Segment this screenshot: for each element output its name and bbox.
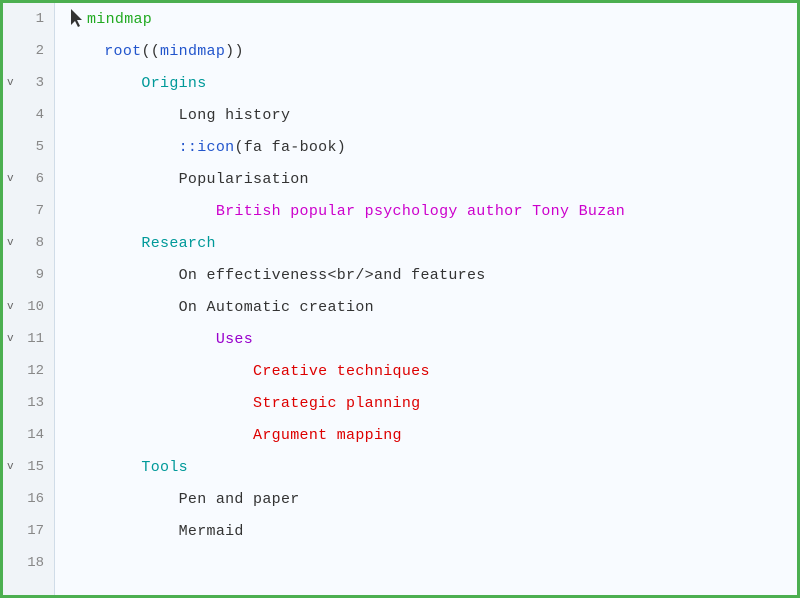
code-segment: )) — [225, 43, 244, 60]
code-line-16: Pen and paper — [55, 483, 797, 515]
code-segment: Pen and paper — [179, 491, 300, 508]
code-area[interactable]: mindmap root((mindmap)) Origins Long his… — [55, 3, 797, 595]
code-segment — [67, 459, 141, 476]
cursor-icon — [67, 7, 87, 31]
line-number-9: 9 — [3, 259, 54, 291]
code-segment: (( — [141, 43, 160, 60]
code-line-12: Creative techniques — [55, 355, 797, 387]
code-line-8: Research — [55, 227, 797, 259]
code-segment — [67, 267, 179, 284]
line-number-13: 13 — [3, 387, 54, 419]
code-line-9: On effectiveness<br/>and features — [55, 259, 797, 291]
code-segment — [67, 235, 141, 252]
code-line-11: Uses — [55, 323, 797, 355]
line-number-6: v6 — [3, 163, 54, 195]
line-number-3: v3 — [3, 67, 54, 99]
code-segment: Popularisation — [179, 171, 309, 188]
line-number-4: 4 — [3, 99, 54, 131]
code-segment: mindmap — [160, 43, 225, 60]
code-segment: icon — [197, 139, 234, 156]
code-segment: Uses — [216, 331, 253, 348]
code-segment: On effectiveness<br/>and features — [179, 267, 486, 284]
code-line-10: On Automatic creation — [55, 291, 797, 323]
code-segment — [67, 203, 216, 220]
chevron-icon-3[interactable]: v — [7, 77, 14, 89]
line-number-16: 16 — [3, 483, 54, 515]
code-segment — [67, 491, 179, 508]
code-segment — [67, 75, 141, 92]
code-segment: :: — [179, 139, 198, 156]
line-number-17: 17 — [3, 515, 54, 547]
code-line-18 — [55, 547, 797, 579]
code-segment: Tools — [141, 459, 188, 476]
code-line-15: Tools — [55, 451, 797, 483]
code-segment — [67, 107, 179, 124]
line-number-14: 14 — [3, 419, 54, 451]
code-line-4: Long history — [55, 99, 797, 131]
code-line-1: mindmap — [55, 3, 797, 35]
chevron-icon-15[interactable]: v — [7, 461, 14, 473]
code-segment: Strategic planning — [253, 395, 420, 412]
code-segment: mindmap — [87, 11, 152, 28]
code-segment: Mermaid — [179, 523, 244, 540]
line-number-15: v15 — [3, 451, 54, 483]
line-number-5: 5 — [3, 131, 54, 163]
code-segment: Argument mapping — [253, 427, 402, 444]
code-line-5: ::icon(fa fa-book) — [55, 131, 797, 163]
code-segment: Creative techniques — [253, 363, 430, 380]
code-segment: (fa fa-book) — [234, 139, 346, 156]
code-line-14: Argument mapping — [55, 419, 797, 451]
code-segment: British popular psychology author Tony B… — [216, 203, 625, 220]
code-line-3: Origins — [55, 67, 797, 99]
line-number-7: 7 — [3, 195, 54, 227]
code-segment: On Automatic creation — [179, 299, 374, 316]
code-segment — [67, 43, 104, 60]
code-segment — [67, 299, 179, 316]
chevron-icon-6[interactable]: v — [7, 173, 14, 185]
code-line-7: British popular psychology author Tony B… — [55, 195, 797, 227]
line-number-8: v8 — [3, 227, 54, 259]
code-line-13: Strategic planning — [55, 387, 797, 419]
code-segment: Origins — [141, 75, 206, 92]
line-number-1: 1 — [3, 3, 54, 35]
line-numbers: 12v345v67v89v10v11121314v15161718 — [3, 3, 55, 595]
code-line-6: Popularisation — [55, 163, 797, 195]
chevron-icon-8[interactable]: v — [7, 237, 14, 249]
code-line-17: Mermaid — [55, 515, 797, 547]
code-segment — [67, 171, 179, 188]
editor-container: 12v345v67v89v10v11121314v15161718 mindma… — [0, 0, 800, 598]
code-segment — [67, 331, 216, 348]
editor-body: 12v345v67v89v10v11121314v15161718 mindma… — [3, 3, 797, 595]
chevron-icon-11[interactable]: v — [7, 333, 14, 345]
line-number-2: 2 — [3, 35, 54, 67]
code-segment: Long history — [179, 107, 291, 124]
code-segment: Research — [141, 235, 215, 252]
code-line-2: root((mindmap)) — [55, 35, 797, 67]
line-number-11: v11 — [3, 323, 54, 355]
code-segment: root — [104, 43, 141, 60]
code-segment — [67, 427, 253, 444]
code-segment — [67, 139, 179, 156]
code-segment — [67, 523, 179, 540]
line-number-12: 12 — [3, 355, 54, 387]
chevron-icon-10[interactable]: v — [7, 301, 14, 313]
line-number-18: 18 — [3, 547, 54, 579]
line-number-10: v10 — [3, 291, 54, 323]
code-segment — [67, 395, 253, 412]
code-segment — [67, 363, 253, 380]
